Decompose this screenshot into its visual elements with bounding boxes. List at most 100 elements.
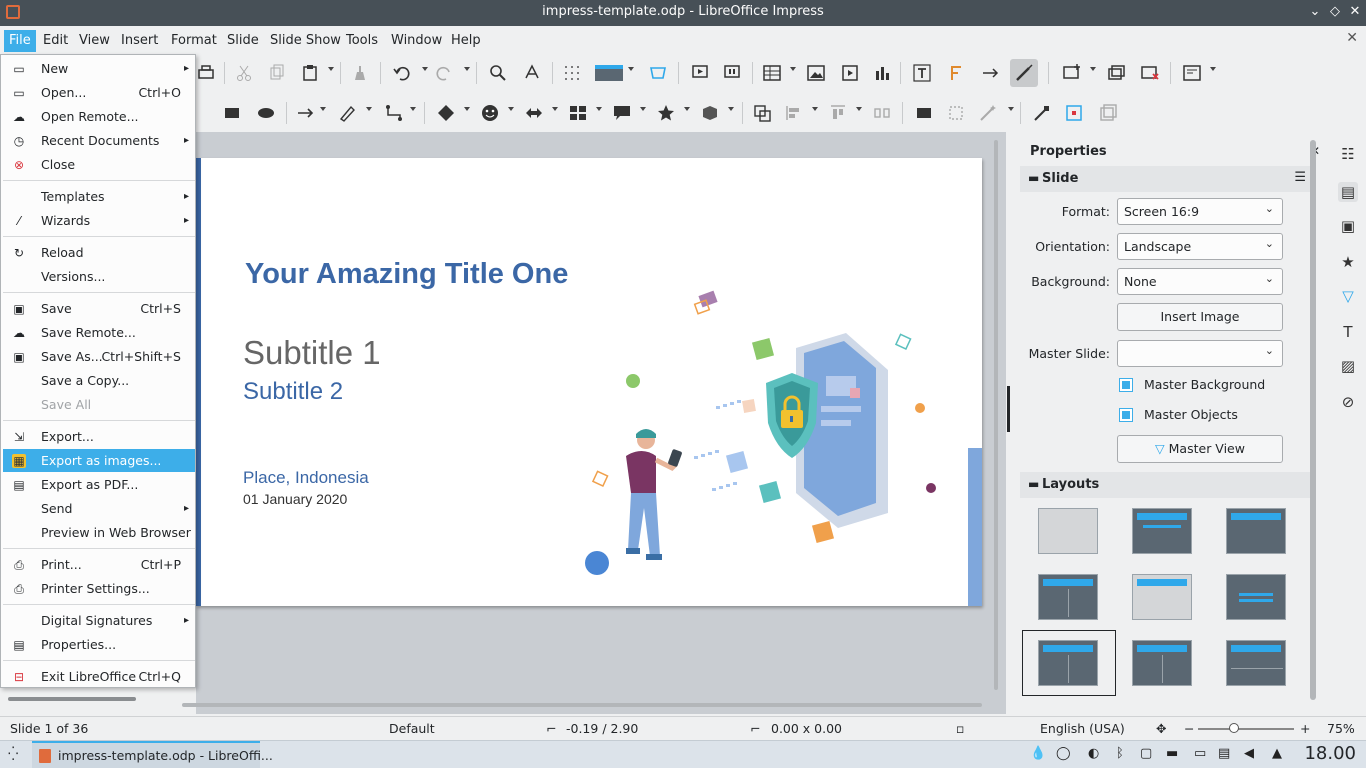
connector-icon[interactable] [384,103,404,123]
file-menu-send[interactable]: Send ▸ [3,497,195,520]
file-menu-new[interactable]: ▭ New ▸ [3,57,195,80]
master-slide-combo[interactable]: ⌄ [1117,340,1283,367]
bluetooth-icon[interactable]: ᛒ [1116,746,1124,761]
slide-subtitle-2[interactable]: Subtitle 2 [243,378,343,406]
security-illustration[interactable] [576,288,946,588]
slide-place[interactable]: Place, Indonesia [243,468,369,488]
menu-slide-show[interactable]: Slide Show [265,30,346,52]
zoom-level[interactable]: 75% [1327,721,1355,736]
arrange-icon[interactable] [828,103,848,123]
orientation-combo[interactable]: Landscape ⌄ [1117,233,1283,260]
app-launcher-icon[interactable]: ⁛ [8,747,18,762]
master-slide-icon[interactable] [648,63,668,83]
layout-title-content-over-content[interactable] [1226,640,1286,686]
image-icon[interactable] [806,63,826,83]
ellipse-icon[interactable] [256,103,276,123]
file-menu-templates[interactable]: Templates ▸ [3,185,195,208]
text-box-icon[interactable] [912,63,932,83]
file-menu-save-all[interactable]: Save All [3,393,195,416]
drop-icon[interactable]: 💧 [1030,746,1046,761]
paste-icon[interactable] [300,63,320,83]
block-arrows-icon[interactable] [524,103,544,123]
zoom-slider-handle[interactable] [1229,723,1239,733]
table-icon[interactable] [762,63,782,83]
file-menu-digital-signatures[interactable]: Digital Signatures ▸ [3,609,195,632]
properties-tab-icon[interactable]: ▤ [1338,182,1358,202]
circle-status-icon[interactable]: ◯ [1056,746,1071,761]
redo-icon[interactable] [434,63,454,83]
language-status[interactable]: English (USA) [1040,721,1125,736]
glue-points-icon[interactable] [1098,103,1118,123]
clone-formatting-icon[interactable] [350,63,370,83]
device-icon[interactable]: ▭ [1194,746,1206,761]
rectangle-icon[interactable] [222,103,242,123]
cut-icon[interactable] [234,63,254,83]
delete-slide-icon[interactable] [1140,63,1160,83]
menu-window[interactable]: Window [386,30,447,52]
duplicate-slide-icon[interactable] [1106,63,1126,83]
notes-icon[interactable]: ▤ [1218,746,1230,761]
layout-centered-text[interactable] [1226,574,1286,620]
rotate-icon[interactable] [752,103,772,123]
taskbar-task-impress[interactable]: impress-template.odp - LibreOffi... [32,741,273,768]
document-modified-icon[interactable]: ▫ [956,721,964,736]
crop-icon[interactable] [946,103,966,123]
slide-workarea[interactable]: Your Amazing Title One Subtitle 1 Subtit… [196,132,1006,714]
find-icon[interactable] [488,63,508,83]
master-objects-label[interactable]: Master Objects [1144,407,1238,422]
slide-title[interactable]: Your Amazing Title One [245,258,568,291]
zoom-slider[interactable] [1198,728,1294,730]
background-combo[interactable]: None ⌄ [1117,268,1283,295]
layout-blank[interactable] [1038,508,1098,554]
file-menu-printer-settings[interactable]: ⎙ Printer Settings... [3,577,195,600]
master-view-button[interactable]: ▽ Master View [1117,435,1283,463]
file-menu-save-copy[interactable]: Save a Copy... [3,369,195,392]
file-menu-print[interactable]: ⎙ Print... Ctrl+P [3,553,195,576]
distribute-icon[interactable] [872,103,892,123]
file-menu-export-images[interactable]: ▦ Export as images... [3,449,195,472]
file-menu-save-as[interactable]: ▣ Save As... Ctrl+Shift+S [3,345,195,368]
display-views-icon[interactable] [594,63,624,83]
format-combo[interactable]: Screen 16:9 ⌄ [1117,198,1283,225]
fit-slide-icon[interactable]: ✥ [1156,721,1166,736]
file-menu-open[interactable]: ▭ Open... Ctrl+O [3,81,195,104]
new-slide-icon[interactable] [1062,63,1082,83]
zoom-out-icon[interactable]: − [1184,721,1194,736]
slide-layout-icon[interactable] [1182,63,1202,83]
toggle-extrusion-icon[interactable] [1032,103,1052,123]
transformations-icon[interactable] [980,63,1000,83]
layout-title-slide[interactable] [1132,508,1192,554]
layout-title-only[interactable] [1132,574,1192,620]
master-slides-tab-icon[interactable]: ▽ [1338,286,1358,306]
curve-icon[interactable] [338,103,358,123]
menu-format[interactable]: Format [166,30,222,52]
tray-expand-icon[interactable]: ▲ [1272,746,1282,761]
section-menu-icon[interactable]: ☰ [1294,170,1306,185]
stars-icon[interactable] [656,103,676,123]
file-menu-recent[interactable]: ◷ Recent Documents ▸ [3,129,195,152]
file-menu-properties[interactable]: ▤ Properties... [3,633,195,656]
close-window-icon[interactable]: ✕ [1346,3,1364,21]
menu-tools[interactable]: Tools [341,30,383,52]
chart-icon[interactable] [872,63,892,83]
media-icon[interactable] [840,63,860,83]
slide-transition-tab-icon[interactable]: ▣ [1338,216,1358,236]
line-arrow-icon[interactable] [296,103,316,123]
layout-title-two-content[interactable] [1038,574,1098,620]
file-menu-save[interactable]: ▣ Save Ctrl+S [3,297,195,320]
minimize-icon[interactable]: ⌄ [1306,3,1324,21]
layout-title-content[interactable] [1226,508,1286,554]
insert-image-button[interactable]: Insert Image [1117,303,1283,331]
file-menu-wizards[interactable]: ⁄ Wizards ▸ [3,209,195,232]
flowchart-icon[interactable] [568,103,588,123]
sidebar-settings-icon[interactable]: ☷ [1338,144,1358,164]
layouts-section-header[interactable]: ▬ Layouts [1020,472,1314,498]
menu-file[interactable]: File [4,30,36,52]
points-icon[interactable] [1064,103,1084,123]
taskbar-clock[interactable]: 18.00 [1304,743,1356,764]
vertical-scrollbar-thumb[interactable] [994,140,998,690]
menu-insert[interactable]: Insert [116,30,163,52]
grid-icon[interactable] [562,63,582,83]
sidebar-scrollbar[interactable] [1310,140,1316,700]
file-menu-export[interactable]: ⇲ Export... [3,425,195,448]
